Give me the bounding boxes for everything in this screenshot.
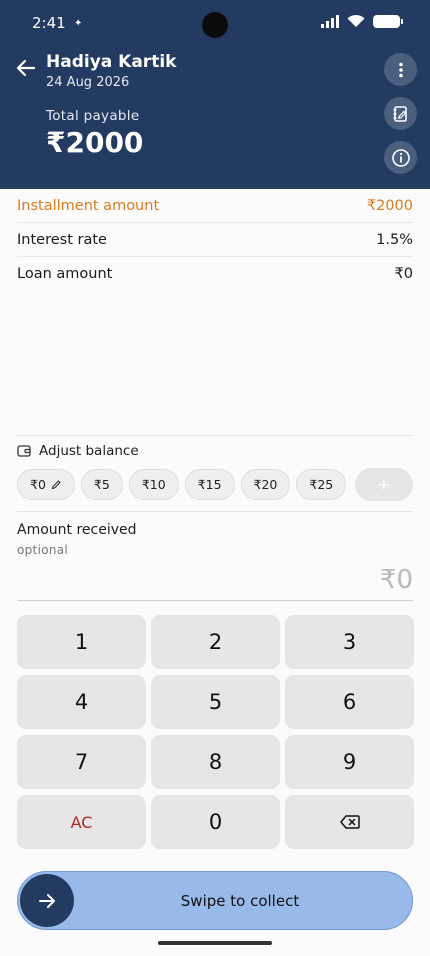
- wifi-icon: [347, 14, 365, 27]
- key-6[interactable]: 6: [285, 675, 414, 729]
- battery-icon: [373, 14, 403, 28]
- key-8[interactable]: 8: [151, 735, 280, 789]
- payment-summary: Installment amount ₹2000 Interest rate 1…: [17, 189, 413, 291]
- installment-row: Installment amount ₹2000: [17, 189, 413, 223]
- loan-value: ₹0: [394, 266, 413, 282]
- adjust-chip-5[interactable]: ₹5: [80, 469, 123, 500]
- interest-row: Interest rate 1.5%: [17, 223, 413, 257]
- loan-row: Loan amount ₹0: [17, 257, 413, 291]
- key-2[interactable]: 2: [151, 615, 280, 669]
- adjust-chip-25[interactable]: ₹25: [296, 469, 347, 500]
- camera-cutout: [202, 12, 228, 38]
- status-time: 2:41: [32, 14, 66, 32]
- adjust-chip-15[interactable]: ₹15: [184, 469, 235, 500]
- installment-value: ₹2000: [366, 197, 413, 214]
- numeric-keypad: 1 2 3 4 5 6 7 8 9 AC 0: [17, 615, 414, 849]
- interest-value: 1.5%: [376, 231, 413, 248]
- info-button[interactable]: [384, 141, 417, 174]
- info-icon: [391, 148, 410, 167]
- clear-key[interactable]: AC: [17, 795, 146, 849]
- pencil-icon: [51, 480, 61, 490]
- key-5[interactable]: 5: [151, 675, 280, 729]
- signal-icon: [321, 14, 339, 28]
- key-0[interactable]: 0: [151, 795, 280, 849]
- key-1[interactable]: 1: [17, 615, 146, 669]
- adjust-balance-label: Adjust balance: [39, 443, 139, 459]
- amount-received-label: Amount received: [17, 522, 137, 538]
- home-indicator: [158, 941, 272, 945]
- swipe-label: Swipe to collect: [180, 892, 300, 910]
- wallet-icon: [17, 445, 31, 457]
- status-icons: [321, 14, 403, 28]
- amount-received-field[interactable]: ₹0: [380, 565, 413, 595]
- total-payable-value: ₹2000: [46, 126, 144, 159]
- chip-label: ₹5: [93, 477, 110, 492]
- chip-label: ₹20: [253, 477, 278, 492]
- key-3[interactable]: 3: [285, 615, 414, 669]
- backspace-icon: [339, 815, 360, 829]
- swipe-to-collect-slider[interactable]: Swipe to collect: [17, 871, 413, 930]
- amount-received-hint: optional: [17, 543, 69, 557]
- more-vertical-icon: [398, 62, 403, 77]
- chip-label: ₹15: [197, 477, 222, 492]
- interest-label: Interest rate: [17, 231, 107, 248]
- installment-label: Installment amount: [17, 197, 160, 214]
- divider: [17, 435, 413, 436]
- divider: [17, 511, 413, 512]
- adjust-chip-custom[interactable]: ₹0: [17, 469, 75, 500]
- amount-underline: [17, 600, 413, 601]
- adjust-chips: ₹0 ₹5 ₹10 ₹15 ₹20 ₹25: [17, 469, 347, 500]
- notes-button[interactable]: [384, 97, 417, 130]
- chip-label: ₹0: [30, 477, 46, 492]
- adjust-balance-header: Adjust balance: [17, 443, 139, 459]
- chip-label: ₹10: [141, 477, 166, 492]
- key-7[interactable]: 7: [17, 735, 146, 789]
- status-bar: 2:41 ✦: [0, 0, 430, 44]
- add-adjust-button[interactable]: +: [355, 468, 413, 501]
- key-4[interactable]: 4: [17, 675, 146, 729]
- backspace-key[interactable]: [285, 795, 414, 849]
- chip-label: ₹25: [309, 477, 334, 492]
- loan-label: Loan amount: [17, 266, 113, 282]
- more-options-button[interactable]: [384, 53, 417, 86]
- customer-name: Hadiya Kartik: [46, 52, 177, 72]
- notification-icon: ✦: [74, 18, 83, 29]
- header: 2:41 ✦ Hadiya Kartik 24 Aug 2026 Total p…: [0, 0, 430, 189]
- adjust-chip-20[interactable]: ₹20: [240, 469, 291, 500]
- adjust-chip-10[interactable]: ₹10: [128, 469, 179, 500]
- key-9[interactable]: 9: [285, 735, 414, 789]
- back-arrow-icon[interactable]: [14, 56, 38, 80]
- total-payable-label: Total payable: [46, 108, 140, 124]
- notebook-edit-icon: [393, 105, 407, 122]
- header-date: 24 Aug 2026: [46, 75, 130, 90]
